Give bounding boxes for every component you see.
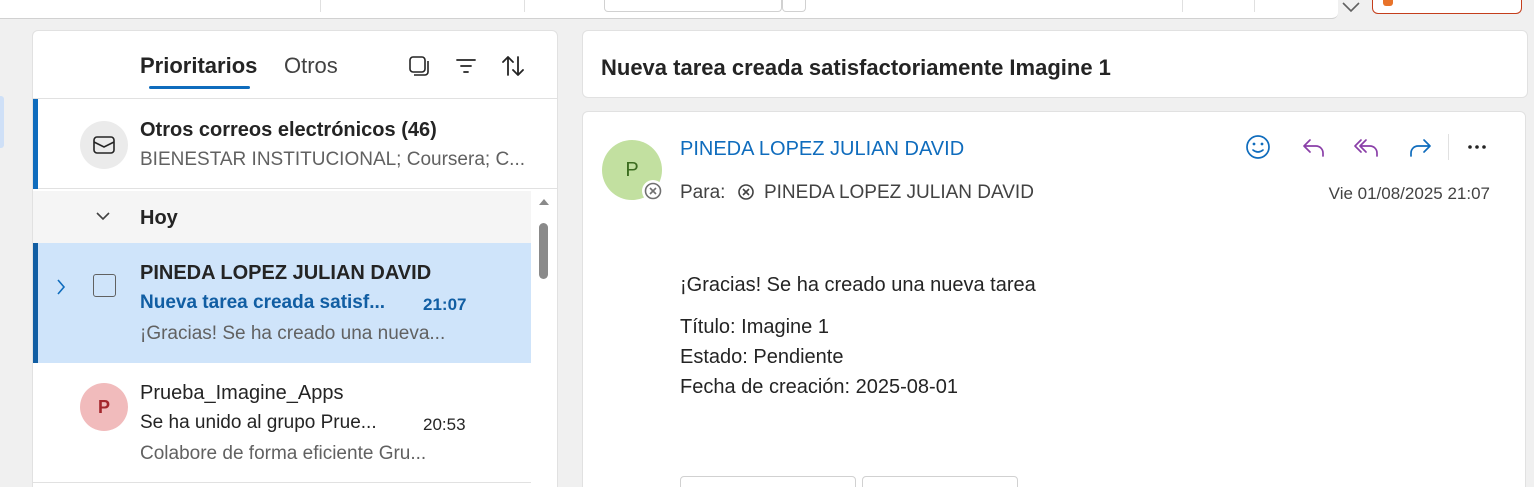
toolbar-dropdown[interactable] <box>604 0 782 12</box>
message-list-pane: Prioritarios Otros Otros correos electró… <box>32 30 558 487</box>
action-button[interactable] <box>862 476 1018 487</box>
emoji-react-icon[interactable] <box>1243 132 1273 162</box>
envelope-icon <box>93 136 115 154</box>
recipient-line: Para: PINEDA LOPEZ JULIAN DAVID <box>680 182 1034 204</box>
toolbar-divider <box>320 0 321 12</box>
reply-all-icon[interactable] <box>1351 132 1381 162</box>
message-row[interactable]: P Prueba_Imagine_Apps Se ha unido al gru… <box>33 363 531 483</box>
message-subject: Nueva tarea creada satisf... <box>140 292 386 313</box>
other-mail-title: Otros correos electrónicos (46) <box>140 119 437 141</box>
nav-selection-indicator <box>0 96 4 148</box>
avatar: P <box>80 383 128 431</box>
other-mail-summary[interactable]: Otros correos electrónicos (46) BIENESTA… <box>33 99 557 189</box>
message-subject: Se ha unido al grupo Prue... <box>140 412 377 433</box>
recipient-name[interactable]: PINEDA LOPEZ JULIAN DAVID <box>764 182 1034 203</box>
tab-focused[interactable]: Prioritarios <box>140 53 257 79</box>
message-checkbox[interactable] <box>93 274 116 297</box>
list-scrollbar[interactable] <box>533 191 557 487</box>
select-mode-icon[interactable] <box>406 53 432 79</box>
actions-divider <box>1448 134 1449 160</box>
forward-icon[interactable] <box>1406 132 1436 162</box>
inbox-tabs: Prioritarios Otros <box>33 31 557 99</box>
toolbar-divider <box>524 0 525 12</box>
to-label: Para: <box>680 182 726 203</box>
group-header-today[interactable]: Hoy <box>33 191 531 243</box>
toolbar-dropdown-arrow[interactable] <box>782 0 806 12</box>
body-status-line: Estado: Pendiente <box>680 346 844 368</box>
group-label: Hoy <box>140 207 178 229</box>
message-body: ¡Gracias! Se ha creado una nueva tarea T… <box>680 270 1036 402</box>
sender-name[interactable]: PINEDA LOPEZ JULIAN DAVID <box>680 138 964 161</box>
message-preview: Colabore de forma eficiente Gru... <box>140 443 427 464</box>
app-icon <box>1383 0 1393 6</box>
mail-avatar <box>80 121 128 169</box>
presence-offline-icon <box>737 184 754 200</box>
scroll-up-arrow[interactable] <box>539 199 549 205</box>
toolbar-divider <box>1182 0 1183 12</box>
selected-accent <box>33 243 38 363</box>
top-toolbar <box>0 0 1338 19</box>
tab-underline <box>149 86 250 89</box>
message-preview: ¡Gracias! Se ha creado una nueva... <box>140 323 446 344</box>
message-sender: Prueba_Imagine_Apps <box>140 382 344 404</box>
presence-offline-icon <box>644 182 662 200</box>
message-time: 20:53 <box>423 415 466 434</box>
sort-icon[interactable] <box>500 53 526 79</box>
more-options-icon[interactable] <box>1462 132 1492 162</box>
body-date-line: Fecha de creación: 2025-08-01 <box>680 376 958 398</box>
reading-subject-header: Nueva tarea creada satisfactoriamente Im… <box>582 30 1528 98</box>
toolbar-divider <box>1254 0 1255 12</box>
message-date: Vie 01/08/2025 21:07 <box>1328 184 1490 203</box>
other-mail-senders: BIENESTAR INSTITUCIONAL; Coursera; C... <box>140 149 526 170</box>
body-greeting: ¡Gracias! Se ha creado una nueva tarea <box>680 274 1036 296</box>
message-row[interactable]: PINEDA LOPEZ JULIAN DAVID Nueva tarea cr… <box>33 243 531 363</box>
toolbar-app-button[interactable] <box>1372 0 1522 14</box>
message-card: P PINEDA LOPEZ JULIAN DAVID Para: PINEDA… <box>582 111 1526 487</box>
message-sender: PINEDA LOPEZ JULIAN DAVID <box>140 262 432 284</box>
chevron-right-icon[interactable] <box>55 277 67 297</box>
tab-other[interactable]: Otros <box>284 53 338 79</box>
reading-subject: Nueva tarea creada satisfactoriamente Im… <box>601 55 1111 80</box>
chevron-down-icon[interactable] <box>1340 0 1362 16</box>
chevron-down-icon <box>96 212 110 221</box>
filter-icon[interactable] <box>453 53 479 79</box>
reply-icon[interactable] <box>1298 132 1328 162</box>
presence-badge <box>642 180 664 202</box>
scroll-thumb[interactable] <box>539 223 548 279</box>
unread-accent <box>33 99 38 189</box>
message-time: 21:07 <box>423 295 467 314</box>
body-title-line: Título: Imagine 1 <box>680 316 829 338</box>
action-button[interactable] <box>680 476 856 487</box>
